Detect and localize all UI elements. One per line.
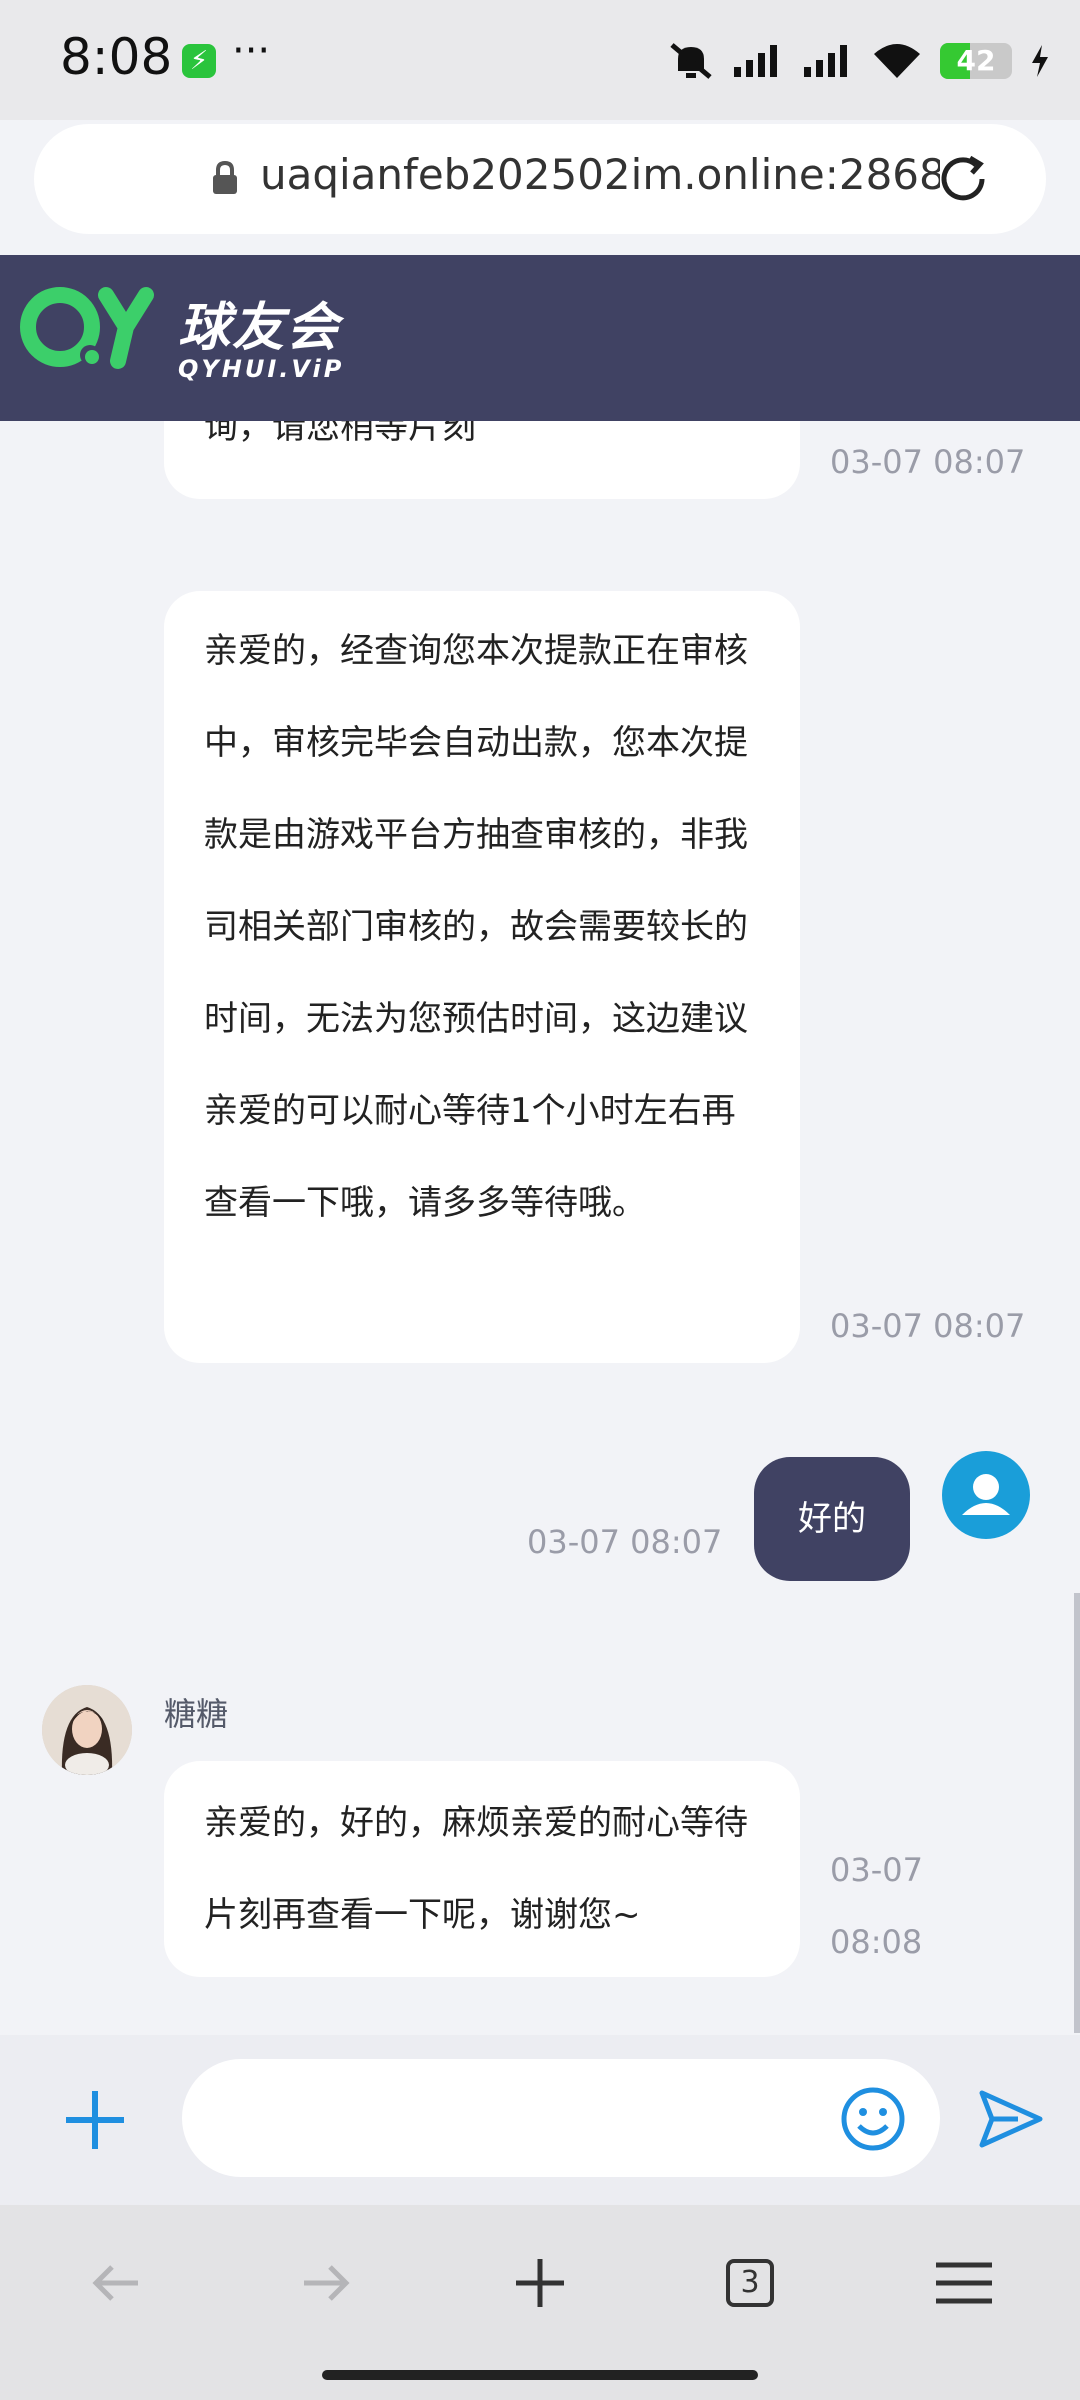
lock-icon — [213, 160, 237, 194]
tabs-button[interactable]: 3 — [726, 2259, 774, 2307]
message-time-date: 03-07 — [830, 1851, 923, 1889]
message-text: 询，请您稍等片刻 — [204, 421, 476, 447]
signal-icon — [734, 45, 777, 77]
message-bubble: 亲爱的，好的，麻烦亲爱的耐心等待片刻再查看一下呢，谢谢您~ — [164, 1761, 800, 1977]
agent-avatar[interactable] — [42, 1685, 132, 1775]
mute-icon — [670, 43, 712, 79]
url-text[interactable]: uaqianfeb202502im.online:28686 — [260, 150, 940, 199]
back-icon[interactable] — [88, 2255, 144, 2311]
new-tab-icon[interactable] — [512, 2255, 568, 2311]
charging-icon — [1032, 45, 1048, 77]
message-text: 亲爱的，经查询您本次提款正在审核中，审核完毕会自动出款，您本次提款是由游戏平台方… — [204, 631, 748, 1223]
battery-icon: 42 — [940, 43, 1012, 79]
message-time-clock: 08:08 — [830, 1923, 923, 1961]
agent-name: 糖糖 — [164, 1695, 229, 1733]
message-text: 亲爱的，好的，麻烦亲爱的耐心等待片刻再查看一下呢，谢谢您~ — [204, 1803, 748, 1935]
status-time: 8:08 — [60, 28, 173, 86]
site-header: 球友会 QYHUI.ViP — [0, 255, 1080, 421]
status-icons: 42 — [668, 36, 1050, 86]
user-message-bubble: 好的 — [754, 1457, 910, 1581]
message-time: 03-07 08:07 — [527, 1523, 723, 1561]
message-input[interactable] — [182, 2059, 940, 2177]
wifi-icon — [874, 44, 920, 78]
menu-icon[interactable] — [934, 2255, 994, 2311]
overflow-indicator: ··· — [232, 28, 271, 74]
signal-icon — [804, 45, 847, 77]
logo-icon — [20, 287, 154, 369]
battery-level: 42 — [956, 44, 996, 77]
user-avatar[interactable] — [942, 1451, 1030, 1539]
message-time: 03-07 08:07 — [830, 443, 1026, 481]
chat-area[interactable]: 询，请您稍等片刻 03-07 08:07 亲爱的，经查询您本次提款正在审核中，审… — [0, 421, 1080, 2035]
site-brand-sub: QYHUI.ViP — [178, 355, 345, 383]
bolt-icon: ⚡ — [182, 44, 216, 78]
send-icon[interactable] — [978, 2089, 1044, 2149]
address-bar[interactable]: uaqianfeb202502im.online:28686 — [34, 124, 1046, 234]
message-time: 03-07 08:07 — [830, 1307, 1026, 1345]
scrollbar[interactable] — [1074, 1593, 1080, 2033]
add-attachment-icon[interactable] — [62, 2087, 128, 2153]
message-bubble: 询，请您稍等片刻 — [164, 421, 800, 499]
forward-icon[interactable] — [298, 2255, 354, 2311]
user-icon — [962, 1474, 1010, 1515]
emoji-icon[interactable] — [840, 2086, 906, 2152]
reload-icon[interactable] — [934, 150, 992, 208]
message-bubble: 亲爱的，经查询您本次提款正在审核中，审核完毕会自动出款，您本次提款是由游戏平台方… — [164, 591, 800, 1363]
avatar-photo — [42, 1685, 132, 1775]
home-indicator[interactable] — [322, 2370, 758, 2380]
status-bar: 8:08 ⚡ ··· 42 — [0, 0, 1080, 120]
input-bar — [0, 2035, 1080, 2205]
message-text: 好的 — [798, 1499, 866, 1539]
site-brand: 球友会 — [178, 298, 341, 358]
